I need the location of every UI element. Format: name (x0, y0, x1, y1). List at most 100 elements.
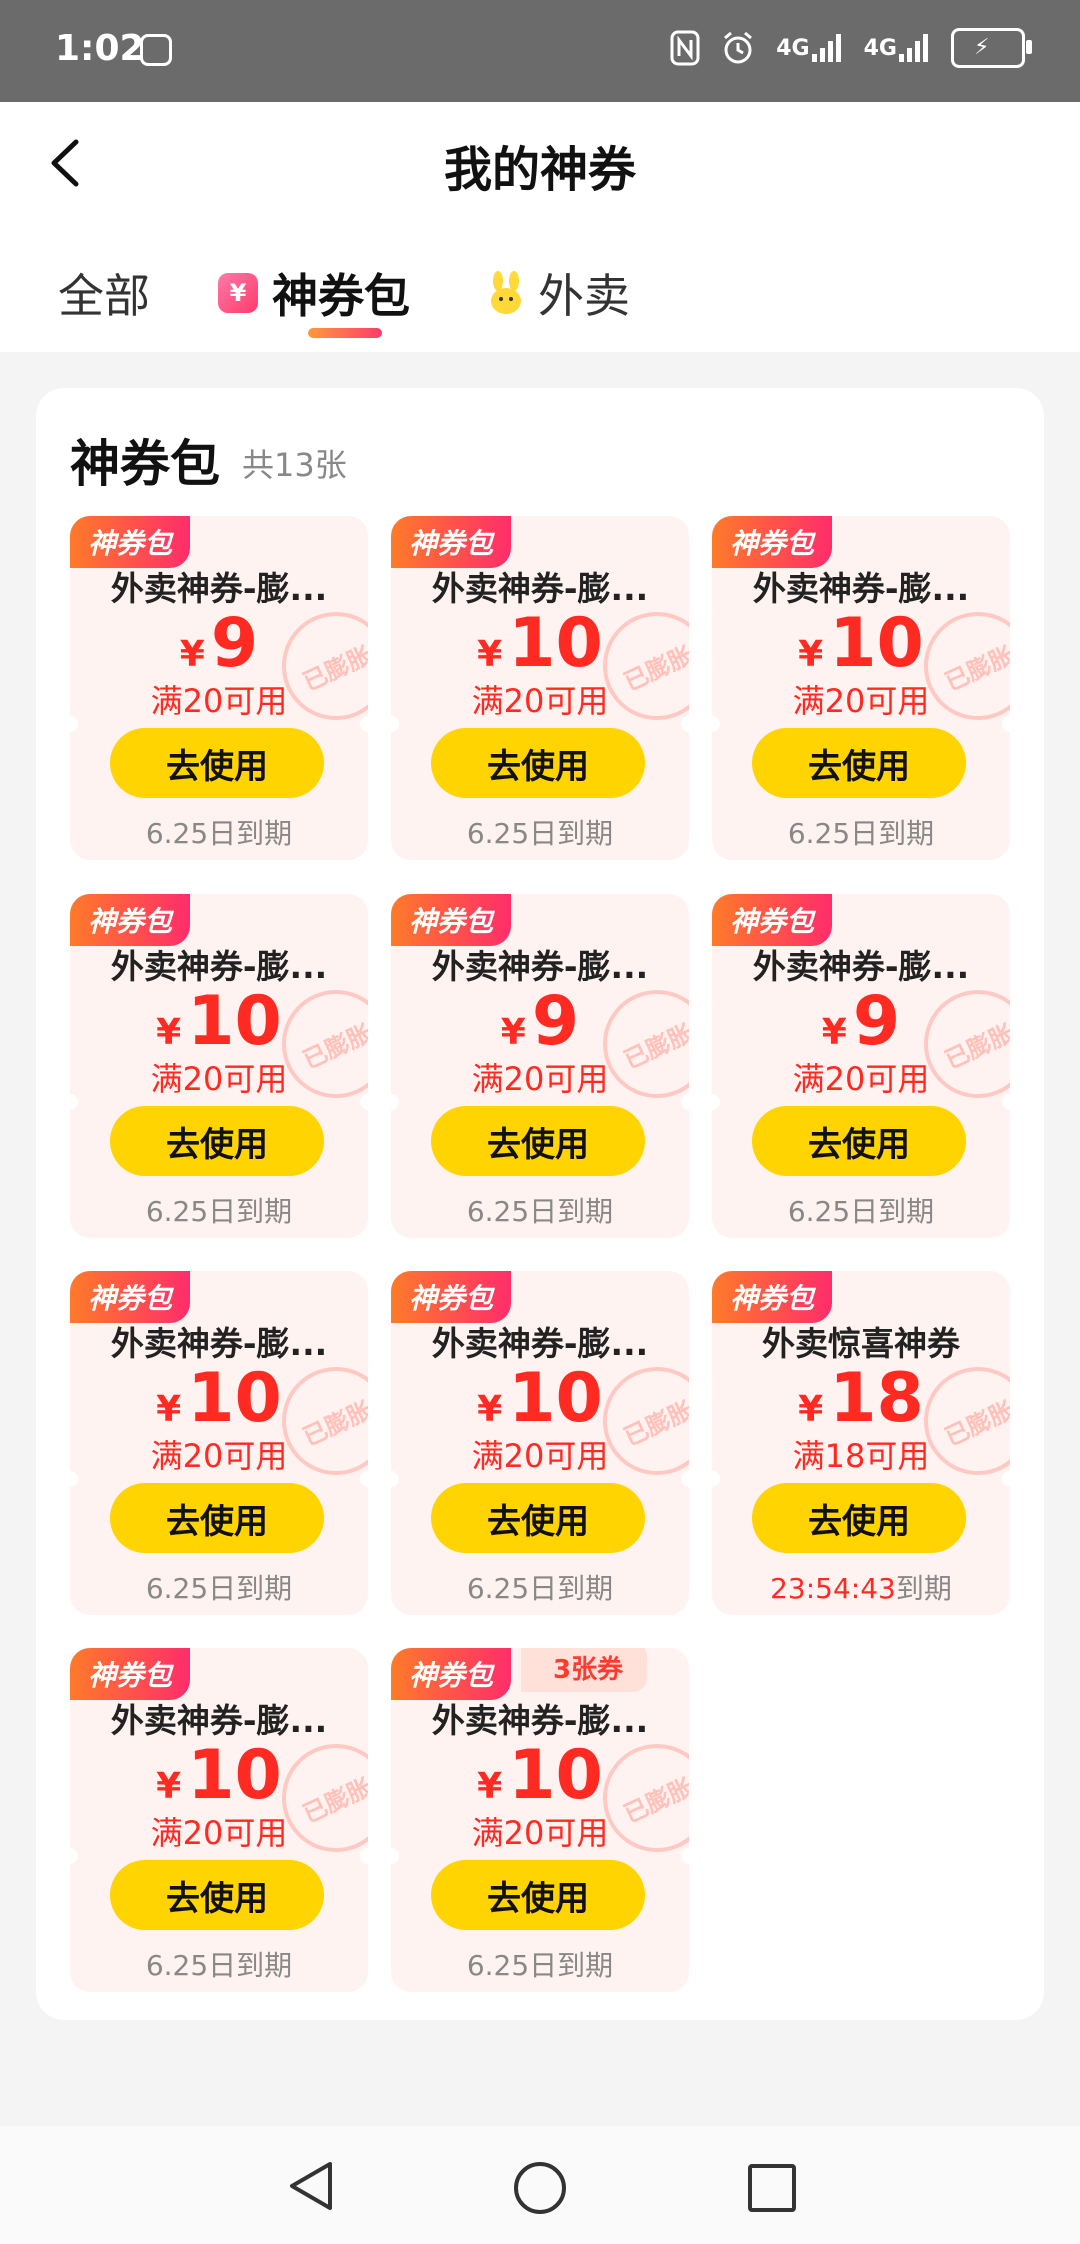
use-coupon-button[interactable]: 去使用 (110, 1860, 324, 1930)
battery-charging-icon: ⚡ (951, 28, 1032, 68)
coupon-amount: ¥10 (70, 1736, 368, 1815)
use-coupon-button[interactable]: 去使用 (110, 1106, 324, 1176)
coupon-amount: ¥10 (70, 1359, 368, 1438)
coupon-name: 外卖神券-膨... (752, 947, 970, 986)
currency-symbol: ¥ (477, 634, 503, 675)
coupon-card[interactable]: 已膨胀 神券包 外卖神券-膨... ¥10 满20可用 去使用 6.25日到期 (70, 1648, 368, 1992)
tab-coupon-bag[interactable]: ¥ 神券包 (218, 260, 410, 326)
use-coupon-button[interactable]: 去使用 (431, 1483, 645, 1553)
expiry-countdown: 23:54:43 (770, 1572, 896, 1605)
coupon-card[interactable]: 已膨胀 神券包 3张券 外卖神券-膨... ¥10 满20可用 去使用 6.25日到期 (391, 1648, 689, 1992)
coupon-name: 外卖神券-膨... (110, 947, 328, 986)
use-coupon-button[interactable]: 去使用 (752, 728, 966, 798)
use-coupon-button[interactable]: 去使用 (110, 728, 324, 798)
tab-takeout[interactable]: 外卖 (486, 260, 630, 326)
coupon-bag-badge: 神券包 (391, 1648, 512, 1700)
coupon-bag-badge: 神券包 (391, 894, 512, 946)
active-tab-indicator (308, 328, 382, 338)
coupon-value: 10 (187, 1359, 282, 1438)
nav-back-icon[interactable] (286, 2160, 336, 2212)
coupon-bag-badge: 神券包 (712, 516, 833, 568)
coupon-bag-badge: 神券包 (712, 894, 833, 946)
use-coupon-button[interactable]: 去使用 (431, 1106, 645, 1176)
currency-symbol: ¥ (477, 1766, 503, 1807)
coupon-condition: 满20可用 (471, 1437, 609, 1475)
tab-coupon-bag-label: 神券包 (272, 269, 410, 323)
use-coupon-button[interactable]: 去使用 (110, 1483, 324, 1553)
coupon-condition: 满20可用 (792, 1060, 930, 1098)
tab-takeout-label: 外卖 (538, 269, 630, 323)
currency-symbol: ¥ (500, 1012, 526, 1053)
currency-symbol: ¥ (156, 1766, 182, 1807)
coupon-name: 外卖惊喜神券 (762, 1324, 960, 1363)
signal-icon-2: 4G (864, 28, 931, 68)
coupon-condition: 满20可用 (150, 1060, 288, 1098)
coupon-card[interactable]: 已膨胀 神券包 外卖神券-膨... ¥9 满20可用 去使用 6.25日到期 (712, 894, 1010, 1238)
coupon-bag-badge: 神券包 (70, 1648, 191, 1700)
tab-all[interactable]: 全部 (58, 260, 150, 326)
coupon-card[interactable]: 已膨胀 神券包 外卖神券-膨... ¥10 满20可用 去使用 6.25日到期 (712, 516, 1010, 860)
coupon-value: 9 (531, 982, 580, 1061)
coupon-expiry: 6.25日到期 (466, 817, 614, 850)
coupon-amount: ¥9 (70, 604, 368, 683)
coupon-count: 共13张 (242, 446, 347, 484)
coupon-card[interactable]: 已膨胀 神券包 外卖神券-膨... ¥10 满20可用 去使用 6.25日到期 (70, 894, 368, 1238)
coupon-bag-badge: 神券包 (712, 1271, 833, 1323)
status-time: 1:02 (55, 28, 145, 69)
coupon-expiry: 6.25日到期 (145, 817, 293, 850)
coupon-name: 外卖神券-膨... (431, 1701, 649, 1740)
coupon-name: 外卖神券-膨... (110, 1701, 328, 1740)
network-type-1: 4G (776, 35, 810, 61)
tab-all-label: 全部 (58, 269, 150, 323)
coupon-bag-icon: ¥ (218, 273, 258, 313)
coupon-expiry: 6.25日到期 (145, 1949, 293, 1982)
coupon-condition: 满18可用 (792, 1437, 930, 1475)
coupon-value: 18 (829, 1359, 924, 1438)
coupon-expiry: 6.25日到期 (787, 817, 935, 850)
coupon-name: 外卖神券-膨... (110, 1324, 328, 1363)
currency-symbol: ¥ (156, 1012, 182, 1053)
coupon-condition: 满20可用 (150, 1814, 288, 1852)
status-icons: 4G 4G ⚡ (670, 28, 1032, 68)
coupon-condition: 满20可用 (471, 682, 609, 720)
coupon-bag-badge: 神券包 (70, 894, 191, 946)
coupon-bag-badge: 神券包 (391, 516, 512, 568)
coupon-value: 10 (187, 1736, 282, 1815)
coupon-value: 10 (508, 1359, 603, 1438)
use-coupon-button[interactable]: 去使用 (431, 728, 645, 798)
coupon-name: 外卖神券-膨... (752, 569, 970, 608)
coupon-card[interactable]: 已膨胀 神券包 外卖神券-膨... ¥9 满20可用 去使用 6.25日到期 (391, 894, 689, 1238)
coupon-value: 9 (210, 604, 259, 683)
coupon-expiry: 6.25日到期 (145, 1195, 293, 1228)
notification-icon (140, 34, 172, 66)
coupon-expiry: 6.25日到期 (466, 1195, 614, 1228)
coupon-expiry: 23:54:43到期 (712, 1567, 1010, 1607)
coupon-card[interactable]: 已膨胀 神券包 外卖惊喜神券 ¥18 满18可用 去使用 23:54:43到期 (712, 1271, 1010, 1615)
use-coupon-button[interactable]: 去使用 (431, 1860, 645, 1930)
use-coupon-button[interactable]: 去使用 (752, 1106, 966, 1176)
currency-symbol: ¥ (477, 1389, 503, 1430)
coupon-expiry: 6.25日到期 (787, 1195, 935, 1228)
coupon-name: 外卖神券-膨... (431, 947, 649, 986)
panel-title: 神券包 (70, 435, 220, 493)
currency-symbol: ¥ (798, 634, 824, 675)
coupon-amount: ¥10 (70, 982, 368, 1061)
nav-recents-icon[interactable] (748, 2164, 796, 2212)
coupon-expiry: 6.25日到期 (145, 1572, 293, 1605)
coupon-value: 9 (852, 982, 901, 1061)
use-coupon-button[interactable]: 去使用 (752, 1483, 966, 1553)
coupon-card[interactable]: 已膨胀 神券包 外卖神券-膨... ¥10 满20可用 去使用 6.25日到期 (391, 516, 689, 860)
nav-home-icon[interactable] (514, 2162, 566, 2214)
coupon-card[interactable]: 已膨胀 神券包 外卖神券-膨... ¥9 满20可用 去使用 6.25日到期 (70, 516, 368, 860)
coupon-amount: ¥10 (391, 604, 689, 683)
coupon-card[interactable]: 已膨胀 神券包 外卖神券-膨... ¥10 满20可用 去使用 6.25日到期 (70, 1271, 368, 1615)
coupon-card[interactable]: 已膨胀 神券包 外卖神券-膨... ¥10 满20可用 去使用 6.25日到期 (391, 1271, 689, 1615)
coupon-condition: 满20可用 (150, 1437, 288, 1475)
coupon-value: 10 (508, 1736, 603, 1815)
coupon-quantity-badge: 3张券 (521, 1648, 648, 1692)
coupon-bag-badge: 神券包 (70, 1271, 191, 1323)
currency-symbol: ¥ (179, 634, 205, 675)
coupon-expiry: 6.25日到期 (466, 1949, 614, 1982)
coupon-amount: ¥10 (391, 1736, 689, 1815)
coupon-amount: ¥9 (391, 982, 689, 1061)
